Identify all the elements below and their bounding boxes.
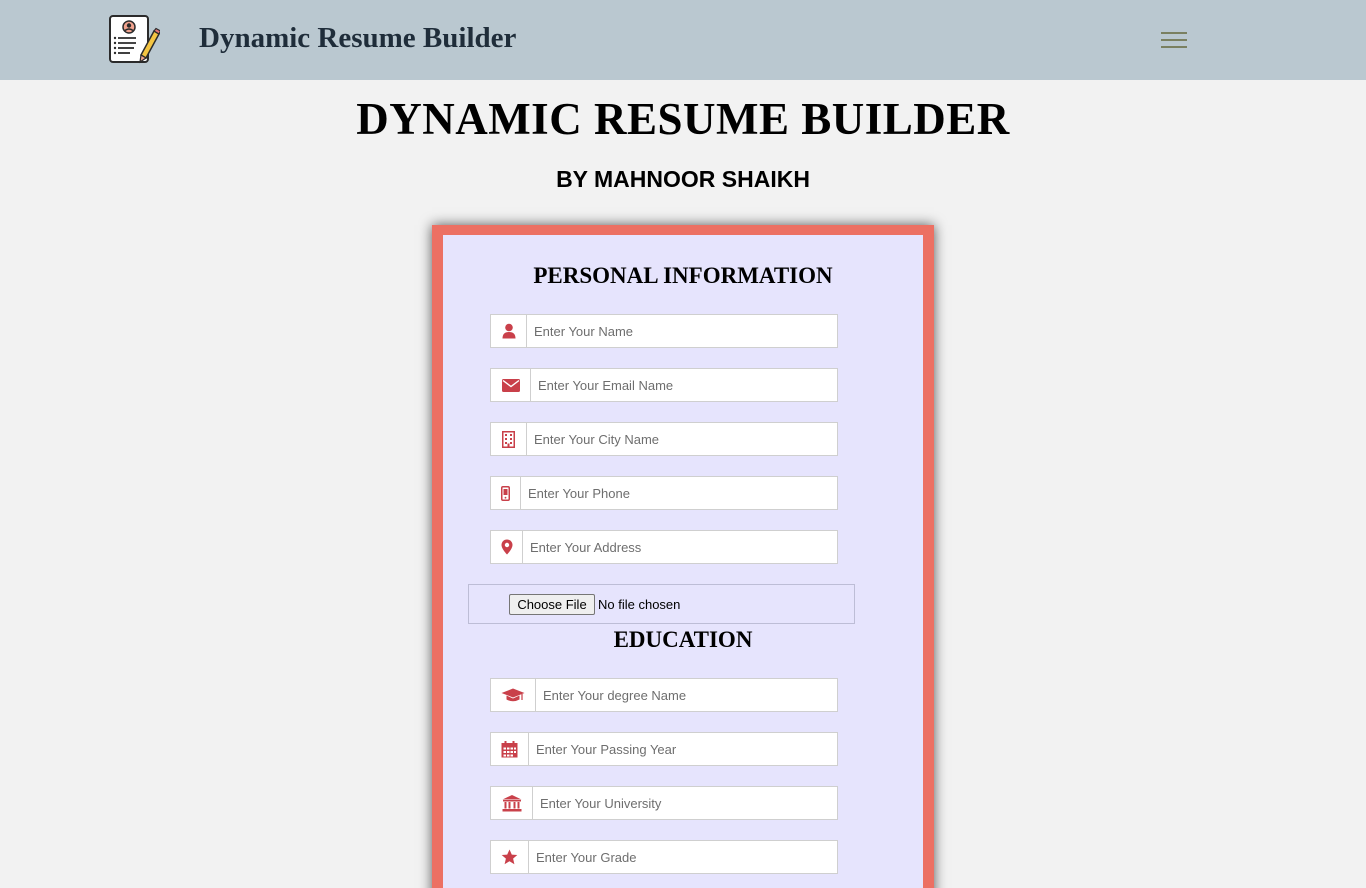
phone-input[interactable]: [521, 477, 837, 509]
personal-information-heading: PERSONAL INFORMATION: [533, 263, 833, 288]
passing-year-field: [490, 732, 838, 766]
resume-pencil-icon[interactable]: [108, 14, 162, 66]
navbar: Dynamic Resume Builder: [0, 0, 1366, 80]
page-title: DYNAMIC RESUME BUILDER: [356, 94, 1010, 144]
university-field: [490, 786, 838, 820]
mobile-phone-icon: [491, 477, 521, 509]
email-field: [490, 368, 838, 402]
envelope-icon: [491, 369, 531, 401]
graduation-cap-icon: [491, 679, 536, 711]
file-status: No file chosen: [598, 597, 681, 612]
brand-title[interactable]: Dynamic Resume Builder: [199, 22, 516, 55]
degree-input[interactable]: [536, 679, 837, 711]
hamburger-icon[interactable]: [1155, 26, 1191, 54]
map-marker-icon: [491, 531, 523, 563]
choose-file-button[interactable]: Choose File: [509, 594, 595, 615]
phone-field: [490, 476, 838, 510]
star-icon: [491, 841, 529, 873]
city-input[interactable]: [527, 423, 837, 455]
university-input[interactable]: [533, 787, 837, 819]
name-field: [490, 314, 838, 348]
grade-field: [490, 840, 838, 874]
photo-file-input: Choose File No file chosen: [468, 584, 855, 624]
address-input[interactable]: [523, 531, 837, 563]
passing-year-input[interactable]: [529, 733, 837, 765]
user-icon: [491, 315, 527, 347]
building-icon: [491, 423, 527, 455]
calendar-icon: [491, 733, 529, 765]
university-icon: [491, 787, 533, 819]
page-byline: BY MAHNOOR SHAIKH: [556, 166, 810, 192]
grade-input[interactable]: [529, 841, 837, 873]
address-field: [490, 530, 838, 564]
email-input[interactable]: [531, 369, 837, 401]
degree-field: [490, 678, 838, 712]
education-heading: EDUCATION: [613, 627, 753, 652]
city-field: [490, 422, 838, 456]
name-input[interactable]: [527, 315, 837, 347]
